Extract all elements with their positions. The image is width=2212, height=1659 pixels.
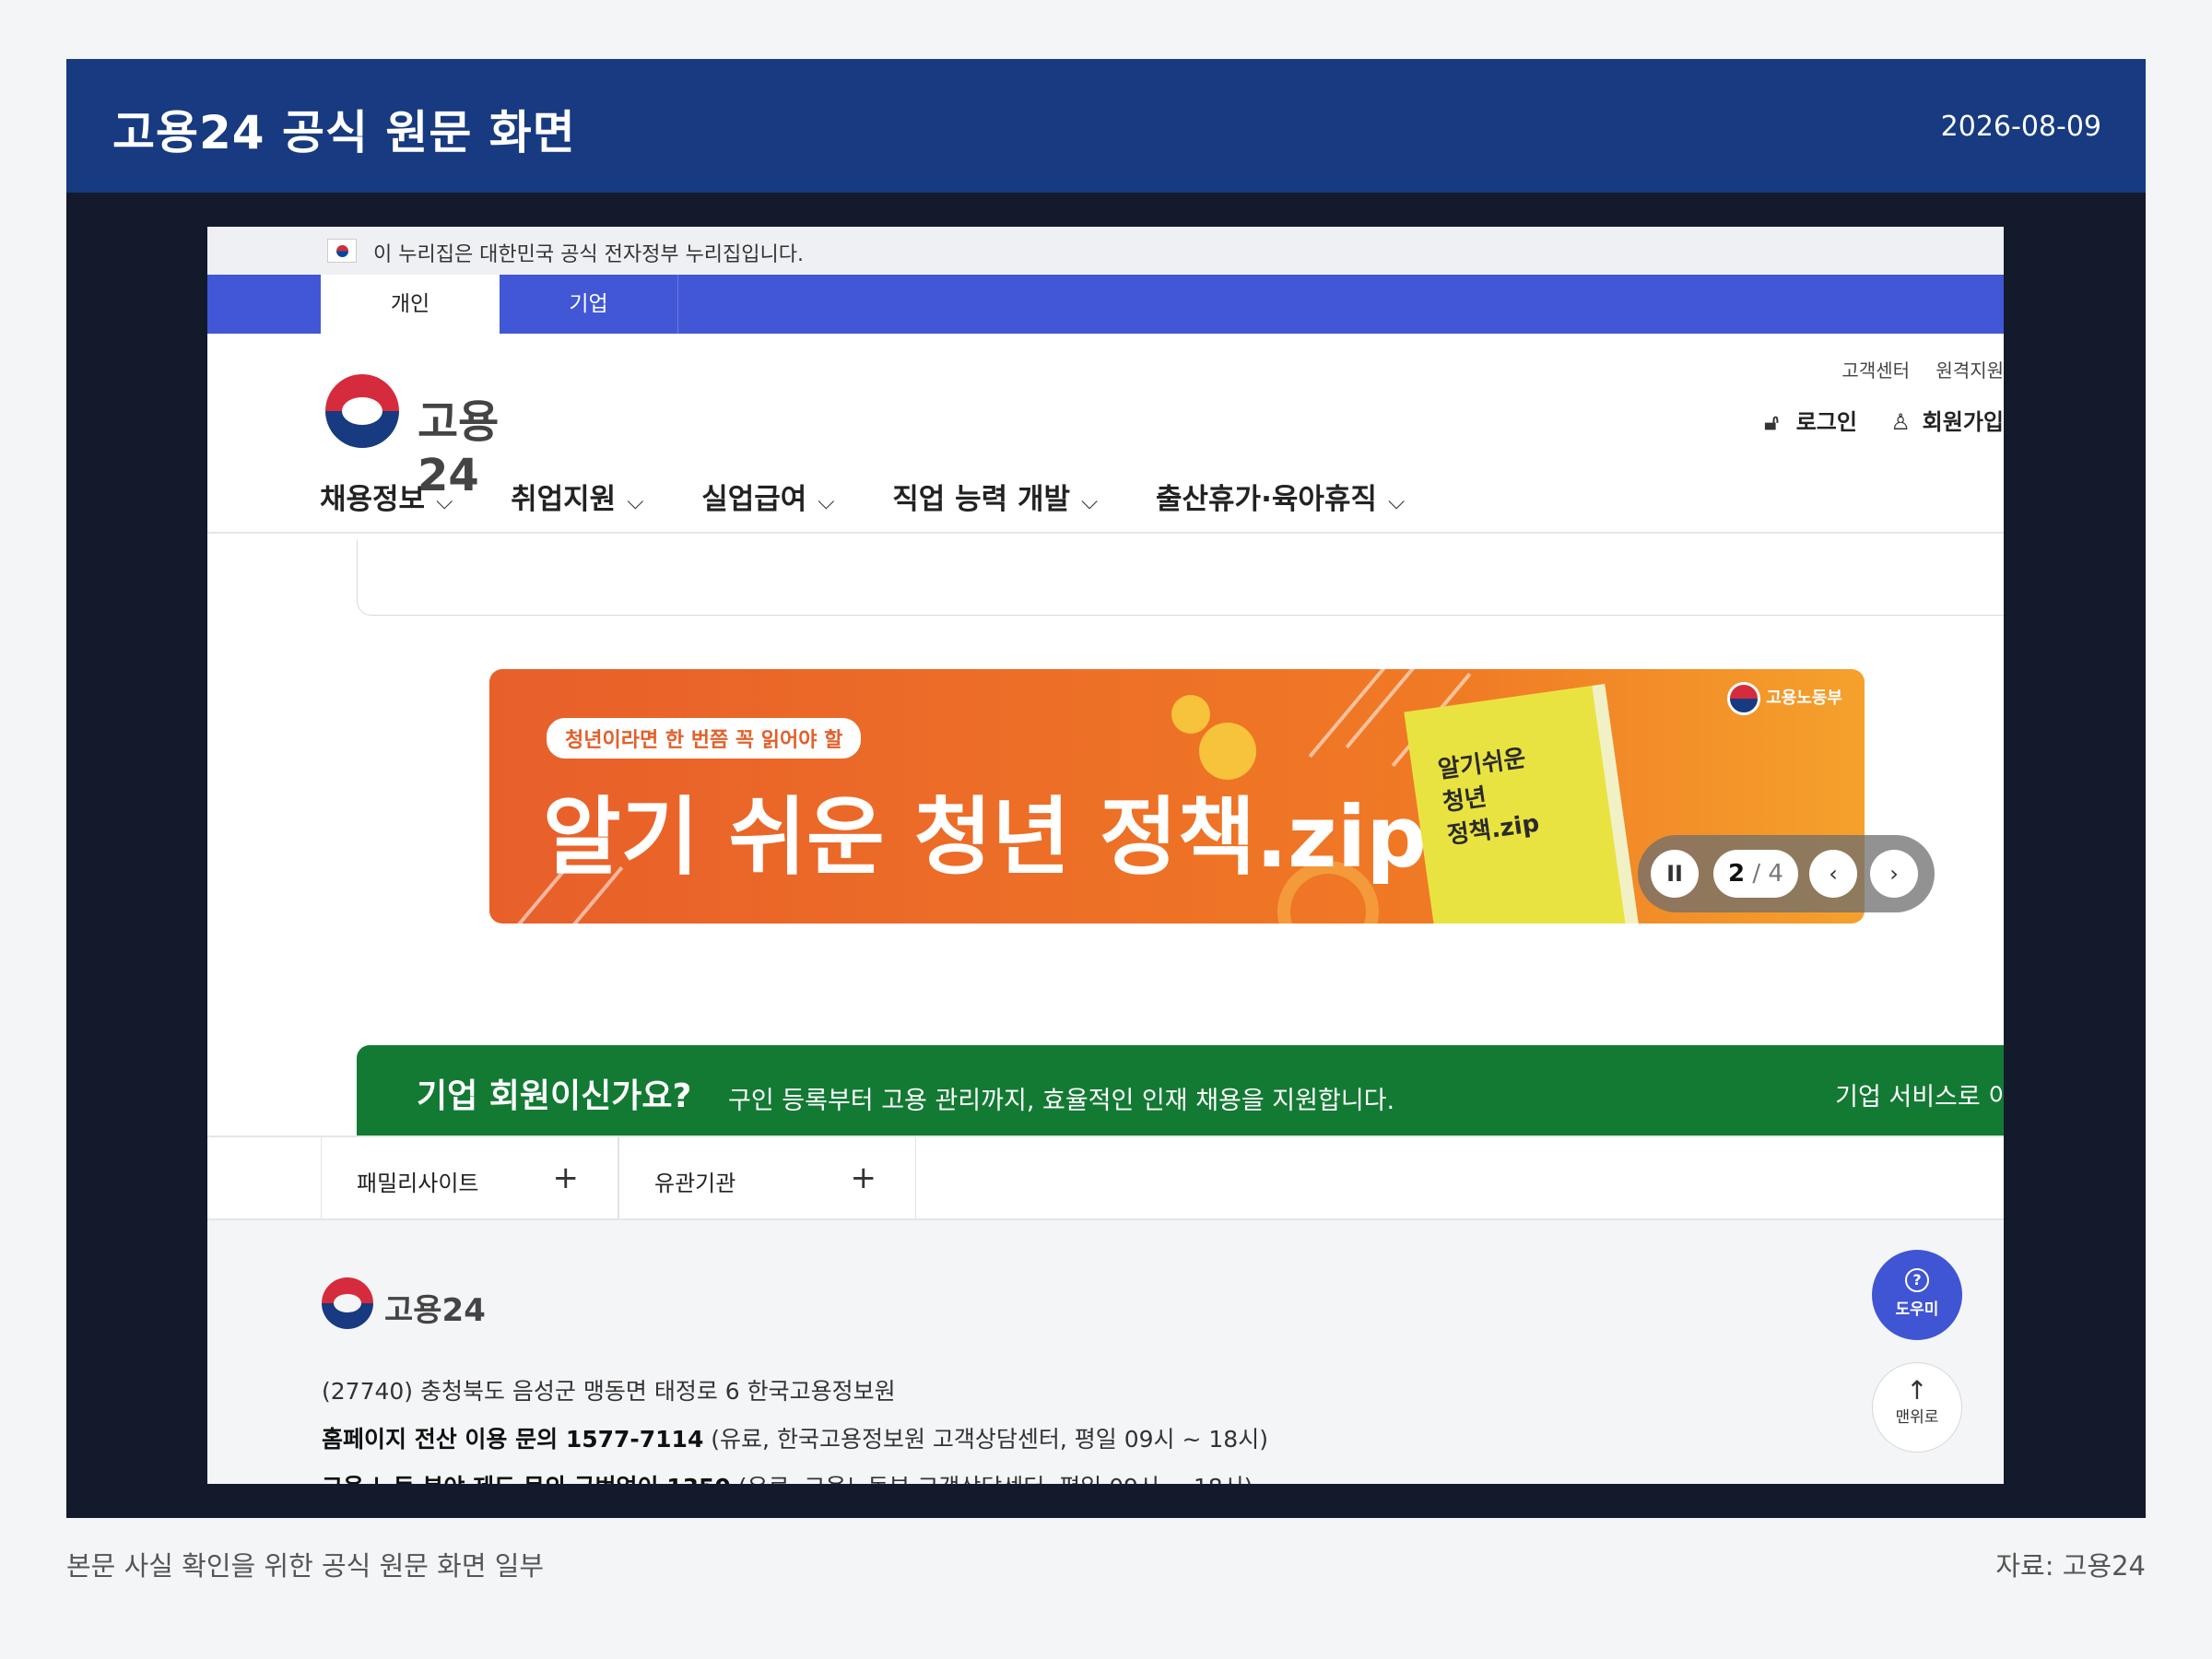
footer-inquiry-it: 홈페이지 전산 이용 문의 1577-7114 (유료, 한국고용정보원 고객상… [322, 1421, 1268, 1454]
gnb-item-unemployment-benefit[interactable]: 실업급여 ⌵ [701, 476, 834, 517]
banner-slider-controls: II 2 / 4 ‹ › [1638, 835, 1935, 912]
utility-links: 고객센터 원격지원 [1821, 356, 2004, 382]
chevron-down-icon: ⌵ [627, 488, 644, 514]
related-agencies-toggle[interactable]: 유관기관 + [618, 1137, 916, 1218]
chevron-down-icon: ⌵ [1387, 488, 1406, 514]
plus-icon: + [850, 1159, 877, 1196]
inquiry-it-detail: (유료, 한국고용정보원 고객상담센터, 평일 09시 ~ 18시) [703, 1426, 1268, 1453]
corporate-description: 구인 등록부터 고용 관리까지, 효율적인 인재 채용을 지원합니다. [728, 1087, 1395, 1115]
pause-button[interactable]: II [1651, 850, 1699, 898]
related-agencies-label: 유관기관 [654, 1171, 736, 1196]
login-label: 로그인 [1795, 409, 1857, 435]
ministry-emblem-icon [1727, 682, 1761, 715]
chevron-down-icon: ⌵ [1081, 488, 1099, 514]
login-button[interactable]: 🔓︎ 로그인 [1764, 409, 1857, 435]
banner-book-image: 알기쉬운 청년 정책.zip [1404, 684, 1640, 924]
book-title: 알기쉬운 청년 정책.zip [1436, 744, 1541, 851]
figure-caption: 본문 사실 확인을 위한 공식 원문 화면 일부 [66, 1550, 545, 1582]
ministry-logo: 고용노동부 [1727, 682, 1842, 715]
gnb-item-vocational-training[interactable]: 직업 능력 개발 ⌵ [892, 476, 1098, 517]
footer-inquiry-labor: 고용 노동 분야 제도 문의 국번없이 1350 (유료, 고용노동부 고객상담… [322, 1469, 1253, 1484]
embedded-screenshot: 이 누리집은 대한민국 공식 전자정부 누리집입니다. 개인 기업 고용24 고… [207, 227, 2004, 1484]
korea-flag-icon [327, 239, 357, 263]
family-sites-toggle[interactable]: 패밀리사이트 + [321, 1137, 618, 1218]
helper-button[interactable]: ? 도우미 [1872, 1250, 1962, 1340]
plus-icon: + [552, 1159, 580, 1196]
lock-icon: 🔓︎ [1764, 409, 1779, 435]
corporate-service-link[interactable]: 기업 서비스로 이동 [1835, 1077, 2004, 1112]
account-links: 🔓︎ 로그인 ♙ 회원가입 [1764, 404, 2004, 436]
ministry-name: 고용노동부 [1766, 688, 1842, 708]
to-top-label: 맨위로 [1895, 1408, 1939, 1427]
figure-source: 자료: 고용24 [1995, 1550, 2146, 1582]
inquiry-labor-detail: (유료, 고용노동부 고객상담센터, 평일 09시 ~ 18시) [731, 1474, 1253, 1484]
taegeuk-logo-icon [325, 374, 399, 448]
gnb-item-jobs[interactable]: 채용정보 ⌵ [320, 476, 453, 517]
screenshot-frame: 이 누리집은 대한민국 공식 전자정부 누리집입니다. 개인 기업 고용24 고… [66, 193, 2146, 1518]
title-bar: 고용24 공식 원문 화면 2026-08-09 [66, 59, 2146, 193]
link-customer-center[interactable]: 고객센터 [1841, 359, 1910, 382]
page-date: 2026-08-09 [1940, 111, 2101, 143]
tab-corporate[interactable]: 기업 [500, 275, 678, 334]
next-slide-button[interactable]: › [1870, 850, 1918, 898]
gnb-label: 출산휴가·육아휴직 [1156, 483, 1377, 516]
chevron-down-icon: ⌵ [436, 488, 453, 514]
gnb-item-employment-support[interactable]: 취업지원 ⌵ [511, 476, 643, 517]
gnb-label: 취업지원 [511, 483, 617, 516]
gov-notice-text: 이 누리집은 대한민국 공식 전자정부 누리집입니다. [373, 243, 805, 266]
gnb-item-parental-leave[interactable]: 출산휴가·육아휴직 ⌵ [1156, 476, 1405, 517]
inquiry-labor-number: 고용 노동 분야 제도 문의 국번없이 1350 [322, 1474, 731, 1484]
gnb-label: 채용정보 [320, 483, 426, 516]
slide-current: 2 [1728, 860, 1746, 888]
footer-address: (27740) 충청북도 음성군 맹동면 태정로 6 한국고용정보원 [322, 1378, 896, 1405]
slide-counter: 2 / 4 [1713, 850, 1798, 898]
signup-label: 회원가입 [1922, 409, 2004, 435]
gnb-label: 실업급여 [701, 483, 807, 516]
search-panel[interactable] [357, 540, 2004, 616]
corporate-heading: 기업 회원이신가요? [417, 1077, 692, 1115]
site-logo[interactable]: 고용24 [325, 374, 547, 501]
arrow-up-icon: ↑ [1906, 1375, 1928, 1406]
signup-button[interactable]: ♙ 회원가입 [1890, 409, 2004, 435]
gov-notice-bar: 이 누리집은 대한민국 공식 전자정부 누리집입니다. [207, 227, 2004, 275]
site-footer: 고용24 (27740) 충청북도 음성군 맹동면 태정로 6 한국고용정보원 … [207, 1218, 2004, 1484]
corporate-member-bar: 기업 회원이신가요? 구인 등록부터 고용 관리까지, 효율적인 인재 채용을 … [357, 1045, 2004, 1135]
question-icon: ? [1905, 1268, 1929, 1292]
main-navigation: 채용정보 ⌵ 취업지원 ⌵ 실업급여 ⌵ 직업 능력 개발 ⌵ 출산휴가·육아휴직 ⌵ [320, 476, 1453, 522]
tab-personal[interactable]: 개인 [321, 275, 500, 334]
link-remote-support[interactable]: 원격지원 [1936, 359, 2004, 382]
banner-headline: 알기 쉬운 청년 정책.zip [543, 788, 1428, 887]
page-title: 고용24 공식 원문 화면 [112, 106, 576, 159]
inquiry-it-number: 홈페이지 전산 이용 문의 1577-7114 [322, 1426, 704, 1453]
footer-logo-text: 고용24 [384, 1292, 486, 1329]
banner-decoration [1171, 695, 1210, 734]
chevron-down-icon: ⌵ [818, 488, 835, 514]
slide-total: 4 [1768, 860, 1783, 888]
nav-divider [207, 532, 2004, 534]
add-user-icon: ♙ [1890, 409, 1911, 435]
scroll-to-top-button[interactable]: ↑ 맨위로 [1872, 1362, 1962, 1453]
prev-slide-button[interactable]: ‹ [1809, 850, 1857, 898]
banner-tag: 청년이라면 한 번쯤 꼭 읽어야 할 [547, 718, 862, 759]
user-type-tabs: 개인 기업 [207, 275, 2004, 334]
gnb-label: 직업 능력 개발 [892, 483, 1070, 516]
taegeuk-logo-icon [322, 1277, 373, 1329]
family-sites-label: 패밀리사이트 [357, 1171, 479, 1196]
helper-label: 도우미 [1895, 1300, 1939, 1319]
